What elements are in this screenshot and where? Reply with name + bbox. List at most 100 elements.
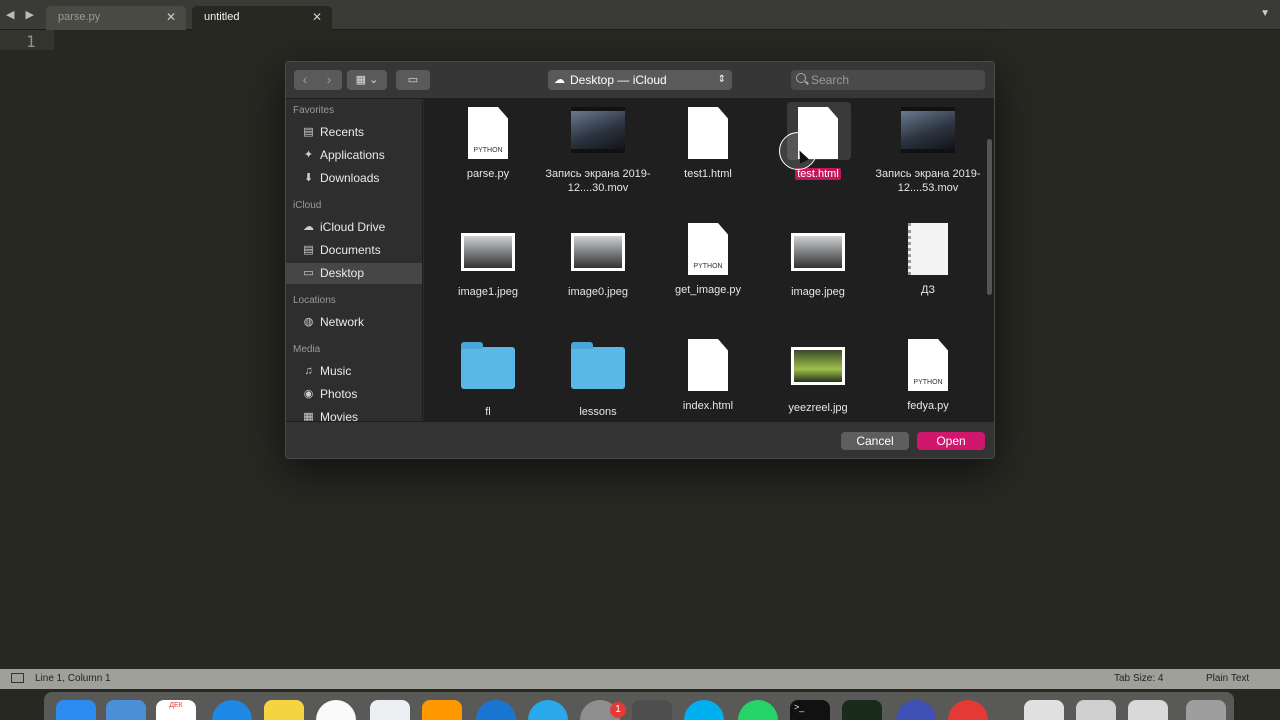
file-item[interactable]: fl <box>433 339 543 419</box>
file-type-tag: PYTHON <box>693 263 723 270</box>
trash-icon[interactable] <box>1186 700 1226 720</box>
image-file-icon <box>571 233 625 271</box>
downloads-icon: ⬇ <box>303 172 314 184</box>
sidebar-item-network[interactable]: ◍ Network <box>286 312 422 333</box>
sidebar-section-media: Media <box>293 344 321 355</box>
sidebar-item-documents[interactable]: ▤ Documents <box>286 240 422 261</box>
close-icon[interactable]: ✕ <box>312 10 322 24</box>
skype-icon[interactable] <box>684 700 724 720</box>
sidebar-section-locations: Locations <box>293 295 336 306</box>
file-grid: PYTHON parse.py Запись экрана 2019-12...… <box>424 99 994 421</box>
sidebar-item-label: iCloud Drive <box>320 220 386 234</box>
desktop-icon: ▭ <box>303 267 314 279</box>
document-stack-icon[interactable] <box>1024 700 1064 720</box>
activity-monitor-icon[interactable] <box>842 700 882 720</box>
tab-dropdown-icon[interactable]: ▼ <box>1260 8 1270 19</box>
sidebar-item-label: Movies <box>320 410 359 421</box>
sidebar-item-recents[interactable]: ▤ Recents <box>286 122 422 143</box>
file-item[interactable]: ДЗ <box>873 223 983 297</box>
finder-icon[interactable] <box>56 700 96 720</box>
updown-chevron-icon: ⇕ <box>717 74 726 85</box>
file-name: yeezreel.jpg <box>788 402 848 414</box>
safari-icon[interactable] <box>212 700 252 720</box>
new-folder-button[interactable]: ▭ <box>396 70 430 90</box>
search-icon <box>796 73 806 83</box>
file-item[interactable]: image0.jpeg <box>543 223 653 299</box>
sidebar-item-label: Desktop <box>320 266 365 280</box>
file-item[interactable]: test1.html <box>653 107 763 181</box>
file-item[interactable]: index.html <box>653 339 763 413</box>
syntax-mode[interactable]: Plain Text <box>1206 673 1249 684</box>
mail-icon[interactable] <box>106 700 146 720</box>
sidebar-item-music[interactable]: ♫ Music <box>286 361 422 382</box>
html-file-icon <box>688 107 728 159</box>
sidebar-item-movies[interactable]: ▦ Movies <box>286 407 422 421</box>
file-item[interactable]: Запись экрана 2019-12....53.mov <box>873 107 983 195</box>
file-item[interactable]: image1.jpeg <box>433 223 543 299</box>
file-item[interactable]: PYTHON parse.py <box>433 107 543 181</box>
sidebar-item-icloud-drive[interactable]: ☁ iCloud Drive <box>286 217 422 238</box>
folder-icon <box>571 342 625 389</box>
sidebar-item-desktop[interactable]: ▭ Desktop <box>286 263 422 284</box>
video-file-icon <box>901 107 955 153</box>
tab-untitled[interactable]: untitled ✕ <box>192 6 332 30</box>
file-name: parse.py <box>466 168 510 180</box>
file-type-tag: PYTHON <box>913 379 943 386</box>
file-item[interactable]: PYTHON fedya.py <box>873 339 983 413</box>
open-file-dialog: ‹ › ▦ ⌄ ▭ ☁ Desktop — iCloud ⇕ Favorites… <box>285 61 995 459</box>
tab-parse-py[interactable]: parse.py ✕ <box>46 6 186 30</box>
file-name: fl <box>485 406 491 418</box>
image-file-icon <box>461 233 515 271</box>
forward-icon[interactable]: › <box>318 70 340 90</box>
pages-icon[interactable] <box>422 700 462 720</box>
window-thumbnail-icon[interactable] <box>1076 700 1116 720</box>
sidebar-item-applications[interactable]: ✦ Applications <box>286 145 422 166</box>
sublime-text-icon[interactable] <box>632 700 672 720</box>
sidebar-item-downloads[interactable]: ⬇ Downloads <box>286 168 422 189</box>
vertical-scrollbar[interactable] <box>987 139 992 295</box>
applications-icon: ✦ <box>303 149 314 161</box>
sidebar-item-label: Recents <box>320 125 365 139</box>
file-item[interactable]: PYTHON get_image.py <box>653 223 763 297</box>
file-item[interactable]: yeezreel.jpg <box>763 339 873 415</box>
terminal-icon[interactable]: >_ <box>790 700 830 720</box>
window-thumbnail-icon[interactable] <box>1128 700 1168 720</box>
sidebar-item-label: Applications <box>320 148 385 162</box>
sidebar-item-label: Documents <box>320 243 381 257</box>
notes-icon[interactable] <box>264 700 304 720</box>
camera-icon: ◉ <box>303 388 314 400</box>
tab-size[interactable]: Tab Size: 4 <box>1114 673 1163 684</box>
search-input[interactable] <box>811 72 981 88</box>
close-icon[interactable]: ✕ <box>166 10 176 24</box>
telegram-icon[interactable] <box>528 700 568 720</box>
browser-icon[interactable] <box>896 700 936 720</box>
appstore-icon[interactable] <box>476 700 516 720</box>
file-item[interactable]: lessons <box>543 339 653 419</box>
sidebar-section-favorites: Favorites <box>293 105 335 116</box>
file-name: lessons <box>579 406 617 418</box>
back-icon[interactable]: ‹ <box>294 70 316 90</box>
search-field[interactable] <box>791 70 985 90</box>
location-popup[interactable]: ☁ Desktop — iCloud ⇕ <box>548 70 732 90</box>
file-name: fedya.py <box>907 400 949 412</box>
cancel-button[interactable]: Cancel <box>841 432 909 450</box>
file-item[interactable]: Запись экрана 2019-12....30.mov <box>543 107 653 195</box>
chrome-icon[interactable] <box>948 700 988 720</box>
sidebar-item-photos[interactable]: ◉ Photos <box>286 384 422 405</box>
file-item[interactable]: image.jpeg <box>763 223 873 299</box>
tab-label: parse.py <box>58 11 101 23</box>
file-name: image.jpeg <box>791 286 845 298</box>
whatsapp-icon[interactable] <box>738 700 778 720</box>
calendar-icon[interactable]: ДЕК <box>156 700 196 720</box>
tab-nav-arrows-icon[interactable]: ◀ ▶ <box>6 8 38 21</box>
file-type-tag: PYTHON <box>473 147 503 154</box>
tab-label: untitled <box>204 11 240 23</box>
contacts-icon[interactable] <box>370 700 410 720</box>
file-name: image0.jpeg <box>568 286 628 298</box>
open-button[interactable]: Open <box>917 432 985 450</box>
line-gutter <box>0 30 54 669</box>
panel-toggle-icon[interactable] <box>11 673 24 683</box>
sidebar-item-label: Network <box>320 315 365 329</box>
photos-app-icon[interactable] <box>316 700 356 720</box>
view-mode-button[interactable]: ▦ ⌄ <box>347 70 387 90</box>
